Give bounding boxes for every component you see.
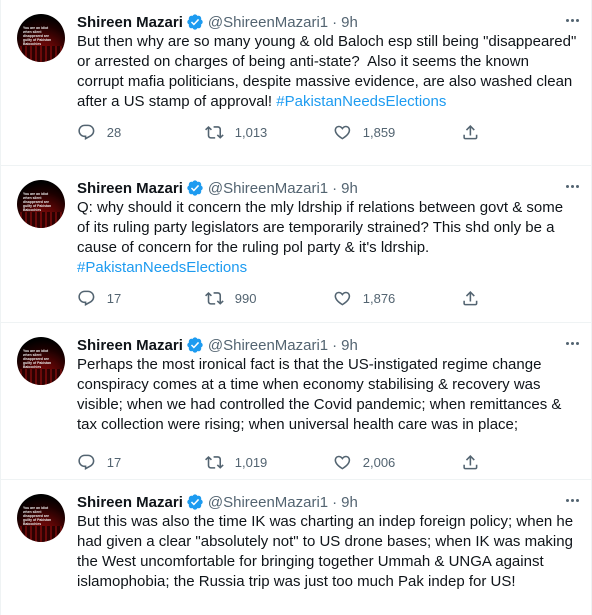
verified-badge-icon — [187, 14, 203, 30]
verified-badge-icon — [187, 494, 203, 510]
retweet-icon — [205, 455, 224, 469]
like-count: 1,876 — [362, 290, 396, 306]
share-button[interactable] — [461, 453, 480, 472]
tweet-timestamp[interactable]: 9h — [341, 494, 358, 511]
tweet-feed: You are an idiot when silent disappeared… — [0, 0, 592, 615]
hashtag-link[interactable]: #PakistanNeedsElections — [77, 259, 247, 276]
reply-icon — [78, 290, 95, 306]
share-button[interactable] — [461, 289, 480, 308]
retweet-button[interactable]: 1,019 — [205, 453, 333, 472]
verified-badge-icon — [187, 337, 203, 353]
share-icon — [463, 454, 478, 470]
author-name[interactable]: Shireen Mazari — [77, 180, 183, 197]
verified-badge-icon — [187, 180, 203, 196]
tweet[interactable]: You are an idiot when silent disappeared… — [1, 480, 592, 615]
reply-button[interactable]: 17 — [77, 289, 205, 308]
tweet-actions: 17 1,019 2,006 — [77, 452, 577, 472]
avatar-caption: You are an idiot when silent disappeared… — [23, 506, 52, 526]
author-name[interactable]: Shireen Mazari — [77, 14, 183, 31]
author-name[interactable]: Shireen Mazari — [77, 494, 183, 511]
tweet-header: Shireen Mazari @ShireenMazari1 · 9h — [77, 13, 358, 31]
tweet-text: But this was also the time IK was charti… — [77, 513, 578, 590]
author-name[interactable]: Shireen Mazari — [77, 337, 183, 354]
tweet-text: Q: why should it concern the mly ldrship… — [77, 199, 568, 276]
tweet[interactable]: You are an idiot when silent disappeared… — [1, 0, 592, 166]
avatar[interactable]: You are an idiot when silent disappeared… — [17, 14, 65, 62]
tweet-header: Shireen Mazari @ShireenMazari1 · 9h — [77, 179, 358, 197]
like-count: 2,006 — [362, 454, 396, 470]
avatar-caption: You are an idiot when silent disappeared… — [23, 192, 52, 212]
like-button[interactable]: 2,006 — [333, 453, 461, 472]
like-count: 1,859 — [362, 124, 396, 140]
hashtag-link[interactable]: #PakistanNeedsElections — [276, 93, 446, 110]
heart-icon — [334, 455, 351, 470]
tweet-actions: 17 990 1,876 — [77, 288, 577, 308]
author-handle[interactable]: @ShireenMazari1 — [208, 494, 328, 511]
tweet-text: Perhaps the most ironical fact is that t… — [77, 356, 566, 433]
reply-icon — [78, 124, 95, 140]
tweet-text: But then why are so many young & old Bal… — [77, 33, 581, 110]
tweet-timestamp[interactable]: 9h — [341, 14, 358, 31]
more-options-icon[interactable] — [561, 10, 583, 30]
avatar[interactable]: You are an idiot when silent disappeared… — [17, 337, 65, 385]
like-button[interactable]: 1,876 — [333, 289, 461, 308]
heart-icon — [334, 291, 351, 306]
heart-icon — [334, 125, 351, 140]
like-button[interactable]: 1,859 — [333, 123, 461, 142]
tweet[interactable]: You are an idiot when silent disappeared… — [1, 323, 592, 480]
reply-button[interactable]: 28 — [77, 123, 205, 142]
author-handle[interactable]: @ShireenMazari1 — [208, 180, 328, 197]
reply-count: 17 — [106, 454, 122, 470]
retweet-count: 990 — [234, 290, 257, 306]
retweet-icon — [205, 125, 224, 139]
author-handle[interactable]: @ShireenMazari1 — [208, 14, 328, 31]
share-icon — [463, 124, 478, 140]
reply-count: 17 — [106, 290, 122, 306]
tweet-header: Shireen Mazari @ShireenMazari1 · 9h — [77, 493, 358, 511]
tweet-timestamp[interactable]: 9h — [341, 337, 358, 354]
retweet-button[interactable]: 1,013 — [205, 123, 333, 142]
avatar[interactable]: You are an idiot when silent disappeared… — [17, 494, 65, 542]
share-button[interactable] — [461, 123, 480, 142]
reply-count: 28 — [106, 124, 122, 140]
more-options-icon[interactable] — [561, 333, 583, 353]
more-options-icon[interactable] — [561, 490, 583, 510]
tweet-header: Shireen Mazari @ShireenMazari1 · 9h — [77, 336, 358, 354]
more-options-icon[interactable] — [561, 176, 583, 196]
tweet[interactable]: You are an idiot when silent disappeared… — [1, 166, 592, 323]
retweet-icon — [205, 291, 224, 305]
author-handle[interactable]: @ShireenMazari1 — [208, 337, 328, 354]
retweet-button[interactable]: 990 — [205, 289, 333, 308]
retweet-count: 1,013 — [234, 124, 268, 140]
avatar[interactable]: You are an idiot when silent disappeared… — [17, 180, 65, 228]
reply-icon — [78, 454, 95, 470]
tweet-timestamp[interactable]: 9h — [341, 180, 358, 197]
retweet-count: 1,019 — [234, 454, 268, 470]
share-icon — [463, 290, 478, 306]
avatar-caption: You are an idiot when silent disappeared… — [23, 349, 52, 369]
avatar-caption: You are an idiot when silent disappeared… — [23, 26, 52, 46]
tweet-actions: 28 1,013 1,859 — [77, 122, 577, 142]
reply-button[interactable]: 17 — [77, 453, 205, 472]
